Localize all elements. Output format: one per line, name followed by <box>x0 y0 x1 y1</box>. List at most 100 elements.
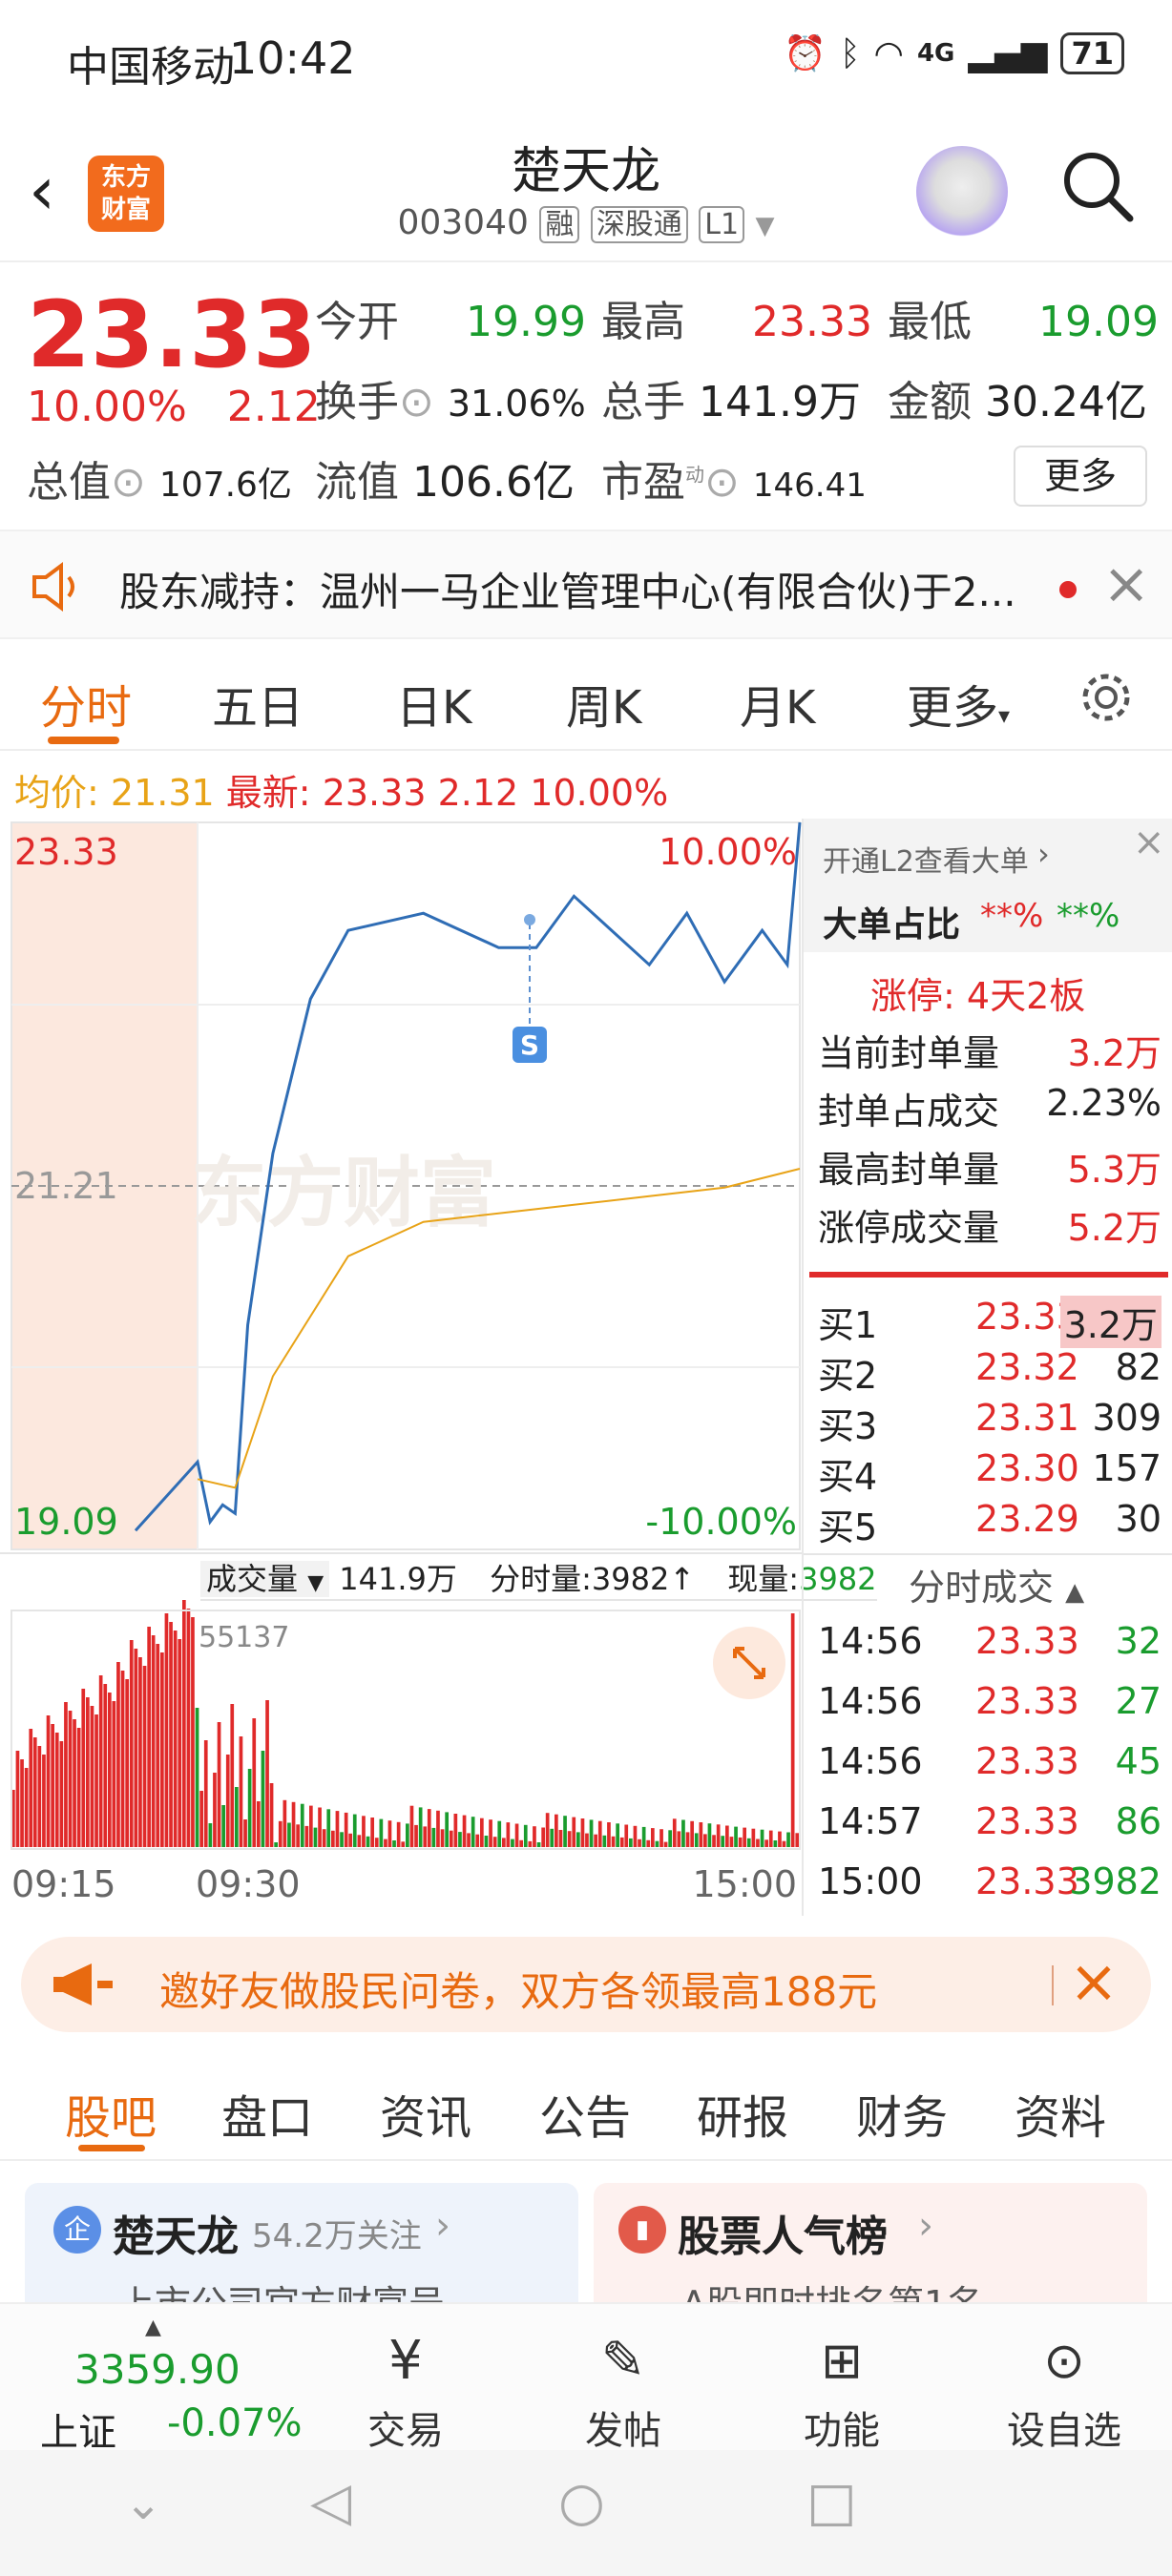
tick-price: 23.33 <box>975 1800 1079 1842</box>
chevron-down-icon[interactable]: ⌄ <box>124 2477 162 2530</box>
volume-bar <box>681 1819 685 1847</box>
volume-bar <box>659 1829 663 1847</box>
tick-row: 14:56 23.33 32 <box>818 1620 1162 1662</box>
volume-bar <box>406 1823 409 1847</box>
volume-bar <box>195 1708 199 1847</box>
tab-research[interactable]: 研报 <box>697 2080 788 2147</box>
promo-banner[interactable]: 邀好友做股民问卷，双方各领最高188元 × <box>21 1937 1151 2032</box>
intraday-chart[interactable]: 东方财富 S 23.33 10.00% 21.21 19.09 -10.00% … <box>0 819 877 1916</box>
volume-bar <box>46 1715 51 1847</box>
tab-more[interactable]: 更多▾ <box>907 670 1010 737</box>
volume-bar <box>134 1649 138 1847</box>
nav-functions[interactable]: ⊞ 功能 <box>794 2323 889 2455</box>
volume-bar <box>199 1791 203 1847</box>
volume-bar <box>387 1820 392 1847</box>
avg-label: 均价: <box>14 772 99 814</box>
bid-volume: 157 <box>1092 1447 1162 1489</box>
market-cap: 总值⊙ 107.6亿 <box>27 458 292 507</box>
tab-daily-k[interactable]: 日K <box>396 670 471 737</box>
stock-header: ‹ 东方 财富 楚天龙 003040 融 深股通 L1 ▼ <box>0 119 1172 262</box>
shareholder-notice[interactable]: 股东减持：温州一马企业管理中心(有限合伙)于2... × <box>0 530 1172 639</box>
tab-intraday[interactable]: 分时 <box>40 670 132 737</box>
bid-row: 买5 23.29 30 <box>818 1498 1162 1550</box>
volume-bar <box>436 1810 440 1847</box>
margin-tag: 融 <box>539 206 580 243</box>
volume-bar <box>326 1809 331 1847</box>
volume-bar <box>401 1841 406 1847</box>
signal-icon: ▂▄▆ <box>968 33 1048 73</box>
volume-bar <box>511 1839 514 1847</box>
volume-bar <box>348 1833 352 1847</box>
close-icon[interactable]: × <box>1069 1946 1119 2016</box>
volume-bar <box>384 1839 387 1847</box>
nav-post[interactable]: ✎ 发帖 <box>576 2323 671 2455</box>
volume-bar <box>572 1817 576 1847</box>
volume-bar <box>340 1832 344 1847</box>
big-order-red: **% <box>980 897 1044 935</box>
tab-news[interactable]: 资讯 <box>380 2080 471 2147</box>
high-pct-label: 10.00% <box>659 831 797 873</box>
volume-bar <box>663 1841 668 1847</box>
volume-bar <box>414 1824 418 1847</box>
big-order-green: **% <box>1057 897 1120 935</box>
bid-price: 23.32 <box>975 1346 1079 1388</box>
volume-bar <box>90 1706 94 1847</box>
tab-monthly-k[interactable]: 月K <box>740 670 815 737</box>
volume-bar <box>646 1839 651 1847</box>
company-icon: 企 <box>53 2206 101 2254</box>
volume-bar <box>651 1828 655 1847</box>
level-tag[interactable]: L1 <box>699 206 745 243</box>
dropdown-icon[interactable]: ▼ <box>756 212 775 240</box>
home-nav-icon[interactable]: ○ <box>558 2471 605 2533</box>
recents-nav-icon[interactable]: □ <box>806 2471 857 2533</box>
low-price: 最低 19.09 <box>888 298 1159 346</box>
tab-order-book[interactable]: 盘口 <box>221 2080 313 2147</box>
tab-finance[interactable]: 财务 <box>856 2080 948 2147</box>
chart-tabs: 分时 五日 日K 周K 月K 更多▾ <box>0 641 1172 751</box>
volume-bar <box>638 1839 641 1847</box>
volume-bar <box>514 1823 519 1847</box>
edit-icon: ✎ <box>600 2330 646 2392</box>
volume-bar <box>690 1820 694 1847</box>
close-icon[interactable]: × <box>1102 551 1150 617</box>
nav-watchlist[interactable]: ⊙ 设自选 <box>1002 2323 1126 2455</box>
tab-forum[interactable]: 股吧 <box>65 2080 157 2147</box>
tab-announcements[interactable]: 公告 <box>539 2080 631 2147</box>
volume-dropdown[interactable]: 成交量 ▼ <box>200 1561 330 1597</box>
volume-bar <box>331 1830 335 1847</box>
volume-bar <box>313 1827 318 1847</box>
tab-profile[interactable]: 资料 <box>1015 2080 1106 2147</box>
assistant-robot-icon[interactable] <box>916 146 1008 238</box>
volume-bar <box>15 1751 20 1847</box>
volume-bar <box>484 1836 489 1847</box>
popularity-card[interactable]: ▮ 股票人气榜 › A股即时排名第1名 <box>594 2183 1147 2305</box>
volume-bar <box>173 1631 178 1847</box>
bid-row: 买3 23.31 309 <box>818 1397 1162 1449</box>
promo-divider <box>1052 1965 1054 2005</box>
system-nav: ⌄ ◁ ○ □ <box>0 2450 1172 2576</box>
official-account-card[interactable]: 企 楚天龙 54.2万关注 › 上市公司官方财富号 <box>25 2183 578 2305</box>
volume-bar <box>558 1830 563 1847</box>
turnover-rate: 换手⊙ 31.06% <box>315 378 586 426</box>
tick-trades-header[interactable]: 分时成交 ▲ <box>909 1558 1084 1610</box>
l2-banner[interactable]: 开通L2查看大单 › × 大单占比 **% **% <box>804 819 1172 952</box>
volume-bar <box>440 1829 445 1847</box>
back-nav-icon[interactable]: ◁ <box>310 2471 351 2533</box>
gear-icon[interactable] <box>1077 668 1136 727</box>
volume-bar <box>37 1746 42 1847</box>
close-icon[interactable]: × <box>1133 821 1165 864</box>
volume-bar <box>73 1719 76 1847</box>
tab-five-day[interactable]: 五日 <box>212 670 303 737</box>
order-divider <box>809 1272 1168 1278</box>
l2-label: 开通L2查看大单 <box>823 845 1029 879</box>
volume-bar <box>309 1805 313 1847</box>
search-icon[interactable] <box>1059 148 1136 224</box>
nav-trade[interactable]: ¥ 交易 <box>358 2323 453 2455</box>
volume-bar <box>703 1834 707 1847</box>
volume-bar <box>252 1718 257 1847</box>
tab-weekly-k[interactable]: 周K <box>566 670 641 737</box>
index-widget[interactable]: ▲ 3359.90 上证 -0.07% <box>29 2316 315 2455</box>
volume-bar <box>32 1737 37 1847</box>
volume-bar <box>743 1827 746 1847</box>
more-quote-button[interactable]: 更多 <box>1014 446 1147 507</box>
